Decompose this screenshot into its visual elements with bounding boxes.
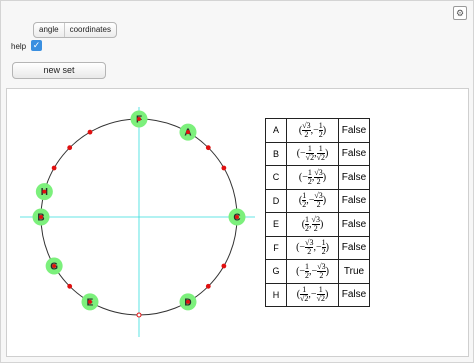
angle-dot: [67, 145, 73, 151]
row-coordinate: (− 1 2 ,− √3 2): [286, 259, 339, 284]
angle-dot: [136, 312, 142, 318]
angle-dot: [51, 165, 57, 171]
row-letter: A: [265, 118, 287, 143]
help-checkbox[interactable]: ✓: [31, 40, 42, 51]
row-result: True: [338, 259, 370, 284]
row-coordinate: (− 1 2, √3 2): [286, 165, 339, 190]
row-coordinate: (1 √2 ,− 1 √2): [286, 282, 339, 307]
marker-dot: [88, 299, 92, 304]
table-row: B (− 1 √2, 1 √2) False: [265, 141, 370, 166]
row-result: False: [338, 165, 370, 190]
gear-icon[interactable]: ⚙: [453, 6, 467, 20]
marker-dot: [186, 130, 190, 135]
point-marker-g[interactable]: G: [45, 257, 63, 275]
point-marker-d[interactable]: D: [179, 293, 197, 311]
row-result: False: [338, 188, 370, 213]
checkmark-icon: ✓: [32, 40, 41, 50]
angle-dot: [87, 129, 93, 135]
marker-dot: [39, 215, 43, 219]
row-letter: H: [265, 282, 287, 307]
point-marker-f[interactable]: F: [130, 110, 148, 128]
table-row: E(1 2, √3 2) False: [265, 212, 370, 237]
row-letter: G: [265, 259, 287, 284]
table-row: D(1 2 ,− √3 2) False: [265, 188, 370, 213]
table-row: C (− 1 2, √3 2) False: [265, 165, 370, 190]
row-coordinate: (1 2 ,− √3 2): [286, 188, 339, 213]
row-coordinate: (√3 2 ,− 1 2): [286, 118, 339, 143]
app-frame: ⚙ angle coordinates help ✓ new set ABCDE…: [0, 0, 474, 363]
row-result: False: [338, 118, 370, 143]
row-letter: B: [265, 141, 287, 166]
point-marker-c[interactable]: C: [228, 208, 246, 226]
table-row: H(1 √2 ,− 1 √2) False: [265, 282, 370, 307]
marker-dot: [52, 264, 57, 268]
mode-option-angle[interactable]: angle: [34, 23, 64, 37]
angle-dot: [205, 145, 211, 151]
row-letter: C: [265, 165, 287, 190]
table-row: A(√3 2 ,− 1 2) False: [265, 118, 370, 143]
mode-selector[interactable]: angle coordinates: [33, 22, 117, 38]
row-coordinate: (− 1 √2, 1 √2): [286, 141, 339, 166]
marker-dot: [137, 117, 141, 121]
marker-dot: [186, 299, 190, 304]
row-letter: E: [265, 212, 287, 237]
point-marker-h[interactable]: H: [35, 183, 53, 201]
row-result: False: [338, 141, 370, 166]
row-coordinate: (− √3 2 ,− 1 2): [286, 235, 339, 260]
display-panel: ABCDEFGH A(√32,−12)FalseB(−1√2,1√2)False…: [6, 88, 469, 357]
point-marker-a[interactable]: A: [179, 123, 197, 141]
unit-circle-plot: A B C D E F G H: [20, 107, 255, 337]
row-result: False: [338, 212, 370, 237]
new-set-button[interactable]: new set: [12, 62, 106, 79]
row-letter: D: [265, 188, 287, 213]
row-result: False: [338, 282, 370, 307]
marker-dot: [42, 189, 47, 194]
row-letter: F: [265, 235, 287, 260]
help-label: help: [11, 42, 27, 51]
row-result: False: [338, 235, 370, 260]
point-marker-b[interactable]: B: [32, 208, 50, 226]
table-row: G (− 1 2 ,− √3 2) True: [265, 259, 370, 284]
angle-dot: [205, 283, 211, 289]
mode-option-coordinates[interactable]: coordinates: [63, 23, 116, 37]
point-marker-e[interactable]: E: [81, 293, 99, 311]
angle-dot: [221, 165, 227, 171]
angle-dot: [67, 283, 73, 289]
row-coordinate: (1 2, √3 2): [286, 212, 339, 237]
table-row: F (− √3 2 ,− 1 2) False: [265, 235, 370, 260]
angle-dot: [221, 263, 227, 269]
marker-dot: [235, 215, 239, 219]
check-table: A(√3 2 ,− 1 2) False B (− 1 √2, 1 √2) False C (− 1 2, √3 2…: [265, 118, 370, 307]
